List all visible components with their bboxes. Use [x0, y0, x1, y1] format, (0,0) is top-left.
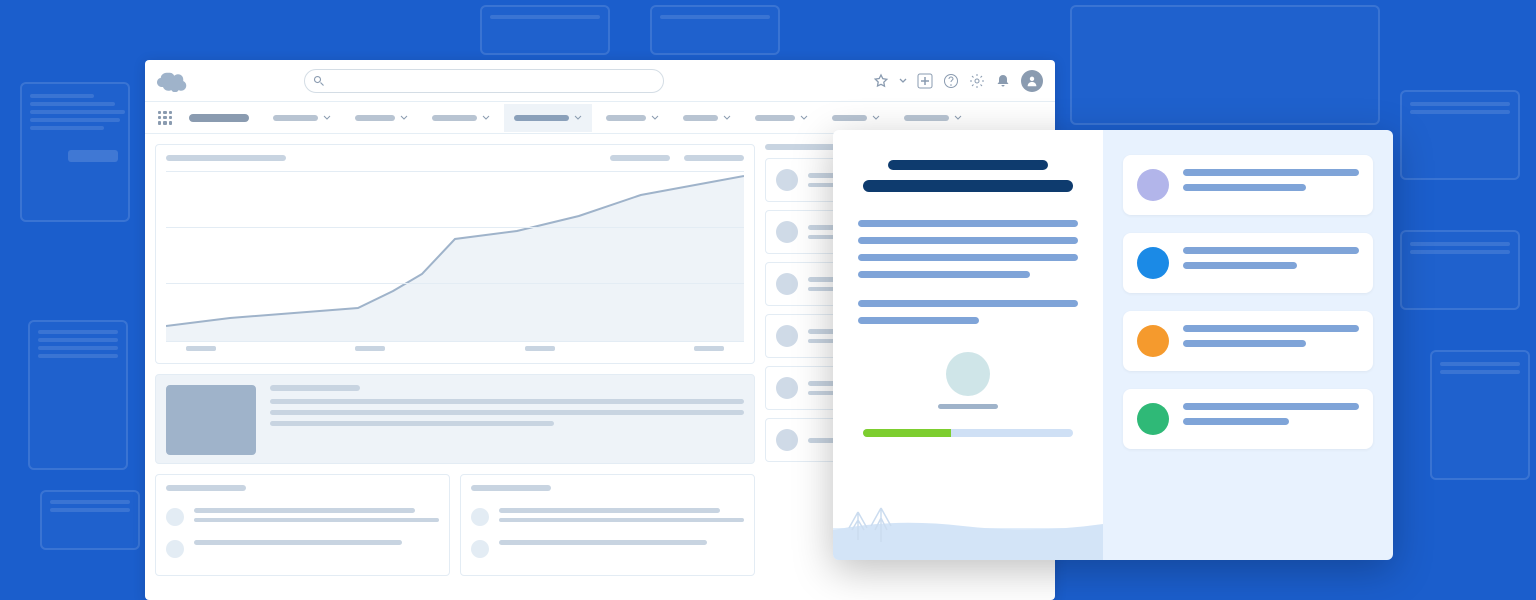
recommendation-item[interactable] — [1123, 311, 1373, 371]
search-icon — [313, 75, 325, 87]
recommendation-item[interactable] — [1123, 389, 1373, 449]
app-launcher[interactable] — [155, 108, 175, 128]
area-chart — [166, 171, 744, 341]
overlay-main — [833, 130, 1103, 560]
chart-card — [155, 144, 755, 364]
nav-tab[interactable] — [673, 104, 741, 132]
global-header — [145, 60, 1055, 102]
nav-tab[interactable] — [822, 104, 890, 132]
list-card — [460, 474, 755, 576]
salesforce-logo — [157, 70, 187, 92]
overlay-title — [888, 160, 1048, 170]
overlay-subtitle — [863, 180, 1073, 192]
add-icon[interactable] — [917, 73, 933, 89]
search-input[interactable] — [325, 73, 655, 88]
list-item[interactable] — [166, 533, 439, 565]
chart-title — [166, 155, 286, 161]
list-item[interactable] — [166, 501, 439, 533]
footer-illustration — [833, 470, 1103, 560]
overlay-avatar — [946, 352, 990, 396]
help-icon[interactable] — [943, 73, 959, 89]
list-card — [155, 474, 450, 576]
recommendation-item[interactable] — [1123, 233, 1373, 293]
avatar-button[interactable] — [1021, 70, 1043, 92]
overlay-panel — [833, 130, 1393, 560]
notification-icon[interactable] — [995, 73, 1011, 89]
feature-thumb — [166, 385, 256, 455]
nav-tab-active[interactable] — [504, 104, 592, 132]
nav-tab[interactable] — [894, 104, 972, 132]
setup-icon[interactable] — [969, 73, 985, 89]
progress-bar — [863, 429, 1073, 437]
app-name — [189, 114, 249, 122]
global-search[interactable] — [304, 69, 664, 93]
nav-tab[interactable] — [345, 104, 418, 132]
nav-tab[interactable] — [263, 104, 341, 132]
favorite-icon[interactable] — [873, 73, 889, 89]
chevron-down-icon[interactable] — [899, 77, 907, 85]
list-item[interactable] — [471, 533, 744, 565]
nav-tab[interactable] — [596, 104, 669, 132]
feature-card[interactable] — [155, 374, 755, 464]
nav-tab[interactable] — [745, 104, 818, 132]
recommendation-item[interactable] — [1123, 155, 1373, 215]
list-item[interactable] — [471, 501, 744, 533]
nav-tab[interactable] — [422, 104, 500, 132]
